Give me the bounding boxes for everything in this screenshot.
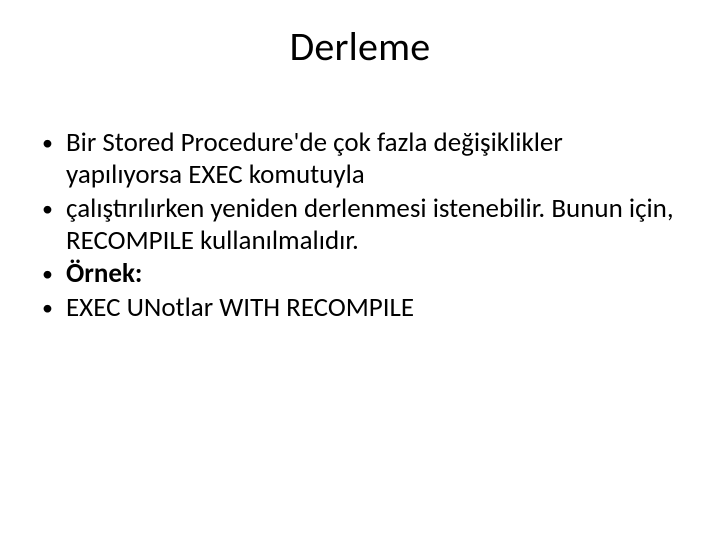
bullet-list: Bir Stored Procedure'de çok fazla değişi… xyxy=(36,127,684,324)
bullet-text: Örnek: xyxy=(66,257,142,290)
slide-content: Bir Stored Procedure'de çok fazla değişi… xyxy=(36,127,684,324)
list-item: Bir Stored Procedure'de çok fazla değişi… xyxy=(36,127,684,191)
bullet-text: çalıştırılırken yeniden derlenmesi isten… xyxy=(66,192,674,257)
list-item: EXEC UNotlar WITH RECOMPILE xyxy=(36,292,684,324)
bullet-text: Bir Stored Procedure'de çok fazla değişi… xyxy=(66,126,563,191)
slide-title: Derleme xyxy=(36,22,684,71)
slide: Derleme Bir Stored Procedure'de çok fazl… xyxy=(0,0,720,540)
list-item: çalıştırılırken yeniden derlenmesi isten… xyxy=(36,193,684,257)
list-item: Örnek: xyxy=(36,258,684,290)
bullet-text: EXEC UNotlar WITH RECOMPILE xyxy=(66,291,414,324)
